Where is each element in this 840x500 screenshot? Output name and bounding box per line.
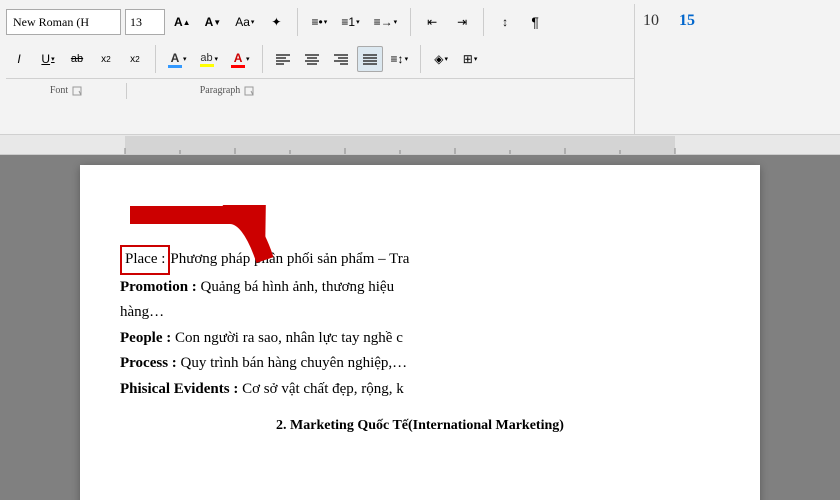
increase-font-btn[interactable]: A▲ (169, 9, 196, 35)
people-label: People : (120, 330, 171, 346)
ribbon-row2: I U ▾ ab x2 x2 A ▾ ab (6, 42, 634, 76)
align-justify-icon (363, 53, 377, 65)
page-number-15: 15 (679, 12, 695, 30)
footer-heading: 2. Marketing Quốc Tế(International Marke… (120, 414, 720, 438)
decrease-font-btn[interactable]: A▼ (200, 9, 227, 35)
process-line: Process : Quy trình bán hàng chuyên nghi… (120, 351, 720, 377)
underline-btn[interactable]: U ▾ (35, 46, 61, 72)
numbering-btn[interactable]: ≡1 ▾ (336, 9, 364, 35)
multilevel-btn[interactable]: ≡→ ▾ (369, 9, 403, 35)
align-right-btn[interactable] (328, 46, 354, 72)
ruler (0, 135, 840, 155)
ribbon: New Roman (H 13 A▲ A▼ Aa▾ ✦ ≡• ▾ ≡1 ▾ ≡→… (0, 0, 840, 135)
font-section-icon (72, 86, 82, 96)
align-left-btn[interactable] (270, 46, 296, 72)
process-label: Process : (120, 355, 177, 371)
increase-indent-btn[interactable]: ⇥ (449, 9, 475, 35)
shading-btn[interactable]: ◈ ▾ (428, 46, 454, 72)
highlight-btn[interactable]: ab ▾ (195, 46, 224, 72)
sep2 (410, 8, 411, 36)
align-right-icon (334, 53, 348, 65)
sep6 (420, 45, 421, 73)
arrow-container (110, 205, 310, 285)
paragraph-section-label: Paragraph (127, 85, 327, 96)
highlight-bar (200, 64, 214, 67)
font-section-label: Font (6, 85, 126, 96)
strikethrough-btn[interactable]: ab (64, 46, 90, 72)
font-size-input[interactable]: 13 (125, 9, 165, 35)
ruler-svg (65, 136, 745, 154)
document-area: Place : Phương pháp phân phối sản phẩm –… (0, 155, 840, 500)
align-left-icon (276, 53, 290, 65)
font-color2-indicator: A (231, 51, 245, 68)
clear-format-btn[interactable]: ✦ (263, 9, 289, 35)
page-number-10: 10 (643, 12, 659, 30)
font-color2-btn[interactable]: A ▾ (226, 46, 255, 72)
sep4 (155, 45, 156, 73)
bullets-btn[interactable]: ≡• ▾ (306, 9, 332, 35)
sort-btn[interactable]: ↕ (492, 9, 518, 35)
font-color-bar (168, 65, 182, 68)
font-name-input[interactable]: New Roman (H (6, 9, 121, 35)
subscript-btn[interactable]: x2 (93, 46, 119, 72)
change-case-btn[interactable]: Aa▾ (230, 9, 259, 35)
font-color-indicator: A (168, 51, 182, 68)
page-numbers-panel: 10 15 (634, 4, 834, 134)
italic-btn[interactable]: I (6, 46, 32, 72)
superscript-btn[interactable]: x2 (122, 46, 148, 72)
line-spacing-btn[interactable]: ≡↕ ▾ (386, 46, 414, 72)
red-arrow-svg (110, 205, 310, 285)
font-color-btn[interactable]: A ▾ (163, 46, 192, 72)
hang-line: hàng… (120, 300, 720, 326)
ribbon-row1: New Roman (H 13 A▲ A▼ Aa▾ ✦ ≡• ▾ ≡1 ▾ ≡→… (6, 4, 634, 40)
sep3 (483, 8, 484, 36)
highlight-indicator: ab (200, 52, 214, 67)
ribbon-sections: Font Paragraph (6, 78, 634, 100)
paragraph-section-icon (244, 86, 254, 96)
document-page: Place : Phương pháp phân phối sản phẩm –… (80, 165, 760, 500)
sep1 (297, 8, 298, 36)
font-color2-bar (231, 65, 245, 68)
borders-btn[interactable]: ⊞ ▾ (457, 46, 483, 72)
sep5 (262, 45, 263, 73)
people-line: People : Con người ra sao, nhân lực tay … (120, 326, 720, 352)
phisical-line: Phisical Evidents : Cơ sở vật chất đẹp, … (120, 377, 720, 403)
align-justify-btn[interactable] (357, 46, 383, 72)
align-center-btn[interactable] (299, 46, 325, 72)
align-center-icon (305, 53, 319, 65)
decrease-indent-btn[interactable]: ⇤ (419, 9, 445, 35)
phisical-label: Phisical Evidents : (120, 381, 238, 397)
show-marks-btn[interactable]: ¶ (522, 9, 548, 35)
